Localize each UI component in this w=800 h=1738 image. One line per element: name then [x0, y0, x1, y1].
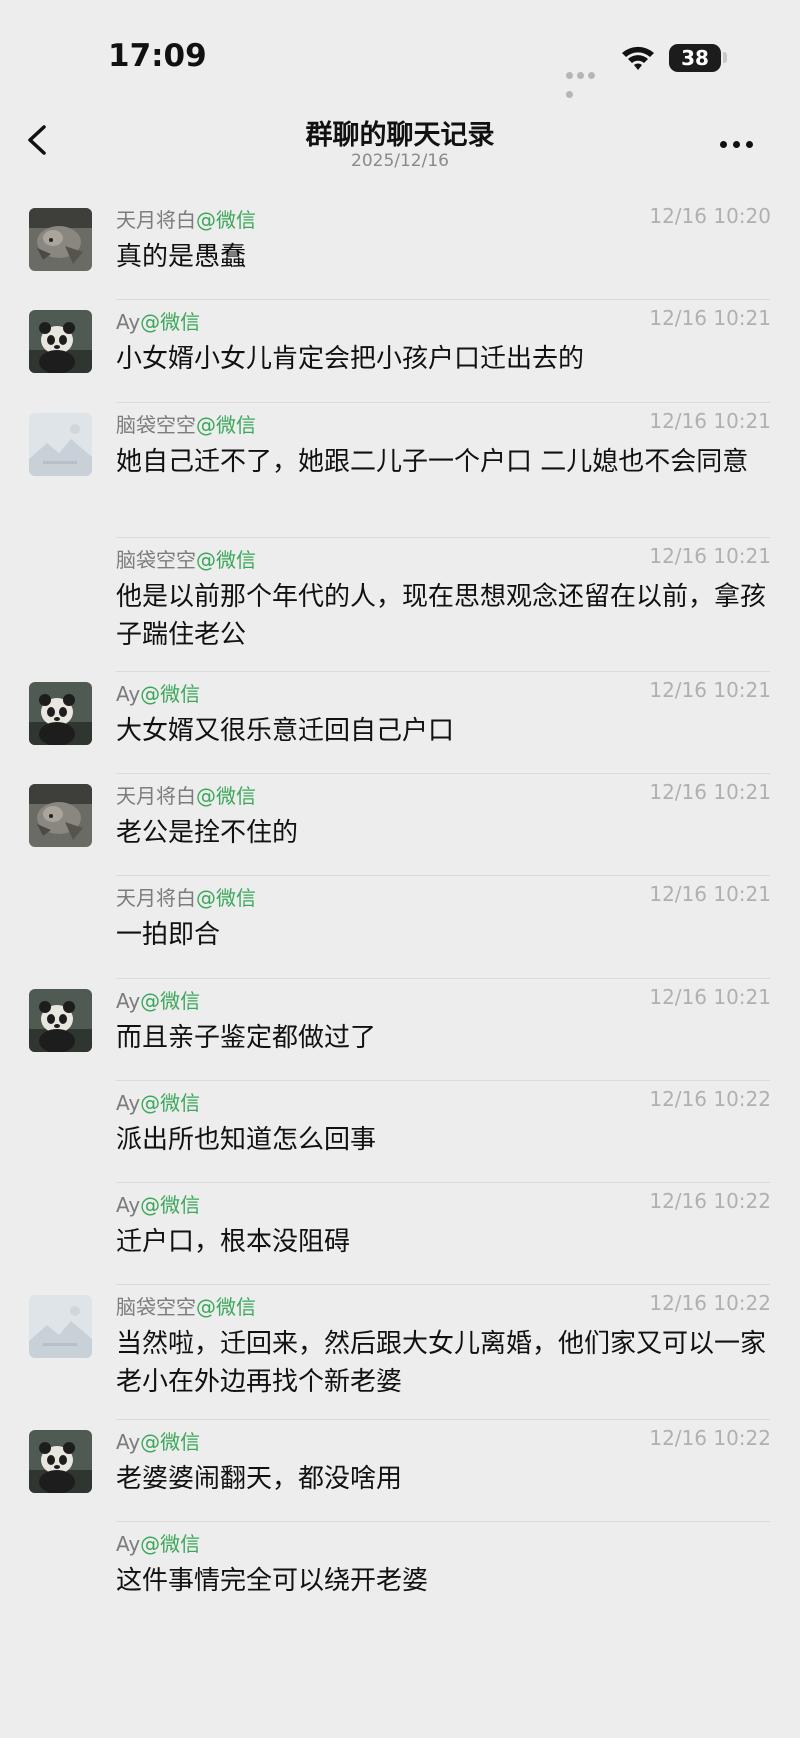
message-text: 大女婿又很乐意迁回自己户口: [116, 716, 455, 746]
message-item[interactable]: 天月将白@微信 12/16 10:20 真的是愚蠢: [0, 198, 800, 300]
sender-source: @微信: [140, 1193, 201, 1217]
message-text: 这件事情完全可以绕开老婆: [116, 1566, 429, 1596]
message-header: Ay@微信 12/16 10:22: [116, 1189, 771, 1217]
message-header: Ay@微信 12/16 10:21: [116, 678, 771, 706]
avatar[interactable]: [29, 1295, 92, 1358]
sender-name: Ay: [116, 310, 141, 334]
status-time: 17:09: [108, 38, 207, 74]
message-text: 真的是愚蠢: [116, 242, 247, 272]
message-time: 12/16 10:21: [649, 882, 771, 906]
message-text: 老公是拴不住的: [116, 818, 299, 848]
avatar[interactable]: [29, 1430, 92, 1493]
avatar[interactable]: [29, 310, 92, 373]
battery-level: 38: [681, 46, 709, 70]
sender-name: Ay: [116, 1193, 141, 1217]
message-header: 天月将白@微信 12/16 10:20: [116, 204, 771, 232]
sender-name: Ay: [116, 1430, 141, 1454]
status-bar: 17:09 38: [0, 0, 800, 110]
avatar[interactable]: [29, 784, 92, 847]
message-header: Ay@微信 12/16 10:21: [116, 306, 771, 334]
sender-source: @微信: [196, 548, 256, 572]
message-header: Ay@微信 12/16 10:22: [116, 1087, 771, 1115]
sender-name: Ay: [116, 989, 141, 1013]
message-item[interactable]: Ay@微信 12/16 10:22 派出所也知道怎么回事: [0, 1081, 800, 1183]
message-item[interactable]: Ay@微信 12/16 10:21 而且亲子鉴定都做过了: [0, 979, 800, 1081]
signal-dots-icon: [566, 64, 608, 98]
sender-name: 脑袋空空: [116, 413, 196, 437]
message-text: 派出所也知道怎么回事: [116, 1125, 377, 1155]
message-item[interactable]: 脑袋空空@微信 12/16 10:21 她自己迁不了，她跟二儿子一个户口 二儿媳也不…: [0, 403, 800, 538]
message-text: 老婆婆闹翻天，都没啥用: [116, 1464, 403, 1494]
message-header: 天月将白@微信 12/16 10:21: [116, 882, 771, 910]
sender-name: 脑袋空空: [116, 548, 196, 572]
avatar[interactable]: [29, 413, 92, 476]
avatar[interactable]: [29, 208, 92, 271]
sender-name: Ay: [116, 1532, 141, 1556]
message-time: 12/16 10:22: [649, 1189, 771, 1213]
wifi-icon: [622, 46, 654, 70]
battery-cap: [723, 52, 727, 63]
message-item[interactable]: Ay@微信 12/16 10:21 小女婿小女儿肯定会把小孩户口迁出去的: [0, 300, 800, 403]
message-item[interactable]: Ay@微信 12/16 10:21 大女婿又很乐意迁回自己户口: [0, 672, 800, 774]
sender-source: @微信: [140, 1091, 201, 1115]
sender-source: @微信: [196, 784, 256, 808]
message-header: 脑袋空空@微信 12/16 10:22: [116, 1291, 771, 1319]
message-time: 12/16 10:21: [649, 544, 771, 568]
message-text: 当然啦，迁回来，然后跟大女儿离婚，他们家又可以一家老小在外边再找个新老婆: [116, 1329, 767, 1397]
message-item[interactable]: 天月将白@微信 12/16 10:21 一拍即合: [0, 876, 800, 979]
message-time: 12/16 10:21: [649, 306, 771, 330]
sender-source: @微信: [140, 310, 201, 334]
message-item[interactable]: Ay@微信 12/16 10:22 迁户口，根本没阻碍: [0, 1183, 800, 1285]
sender-name: 脑袋空空: [116, 1295, 196, 1319]
message-header: 脑袋空空@微信 12/16 10:21: [116, 409, 771, 437]
sender-source: @微信: [140, 682, 201, 706]
sender-source: @微信: [196, 208, 256, 232]
avatar[interactable]: [29, 989, 92, 1052]
message-text: 而且亲子鉴定都做过了: [116, 1023, 377, 1053]
nav-bar: 群聊的聊天记录 2025/12/16: [0, 105, 800, 185]
message-header: 天月将白@微信 12/16 10:21: [116, 780, 771, 808]
message-item[interactable]: 脑袋空空@微信 12/16 10:22 当然啦，迁回来，然后跟大女儿离婚，他们家又可…: [0, 1285, 800, 1420]
sender-source: @微信: [140, 1532, 201, 1556]
message-header: Ay@微信 12/16 10:22: [116, 1426, 771, 1454]
message-text: 迁户口，根本没阻碍: [116, 1227, 351, 1257]
sender-name: 天月将白: [116, 208, 196, 232]
message-time: 12/16 10:21: [649, 780, 771, 804]
sender-name: 天月将白: [116, 784, 196, 808]
message-item[interactable]: Ay@微信 12/16 10:22 老婆婆闹翻天，都没啥用: [0, 1420, 800, 1522]
avatar[interactable]: [29, 682, 92, 745]
message-text: 小女婿小女儿肯定会把小孩户口迁出去的: [116, 344, 585, 374]
sender-source: @微信: [140, 1430, 201, 1454]
message-time: 12/16 10:21: [649, 678, 771, 702]
message-text: 她自己迁不了，她跟二儿子一个户口 二儿媳也不会同意: [116, 447, 749, 477]
message-header: Ay@微信 12/16 10:21: [116, 985, 771, 1013]
message-time: 12/16 10:21: [649, 409, 771, 433]
message-time: 12/16 10:21: [649, 985, 771, 1009]
sender-name: 天月将白: [116, 886, 196, 910]
message-time: 12/16 10:20: [649, 204, 771, 228]
sender-source: @微信: [140, 989, 201, 1013]
page-subtitle: 2025/12/16: [351, 151, 449, 171]
page-title: 群聊的聊天记录: [305, 120, 495, 151]
message-time: 12/16 10:22: [649, 1291, 771, 1315]
sender-name: Ay: [116, 682, 141, 706]
sender-name: Ay: [116, 1091, 141, 1115]
message-item[interactable]: Ay@微信这件事情完全可以绕开老婆: [0, 1522, 800, 1622]
battery-icon: 38: [669, 44, 721, 72]
sender-source: @微信: [196, 413, 256, 437]
message-time: 12/16 10:22: [649, 1087, 771, 1111]
message-item[interactable]: 天月将白@微信 12/16 10:21 老公是拴不住的: [0, 774, 800, 876]
sender-source: @微信: [196, 1295, 256, 1319]
sender-source: @微信: [196, 886, 256, 910]
message-header: Ay@微信: [116, 1528, 771, 1556]
message-time: 12/16 10:22: [649, 1426, 771, 1450]
message-item[interactable]: 脑袋空空@微信 12/16 10:21 他是以前那个年代的人，现在思想观念还留在以前…: [0, 538, 800, 672]
message-text: 一拍即合: [116, 920, 221, 950]
message-text: 他是以前那个年代的人，现在思想观念还留在以前，拿孩子踹住老公: [116, 582, 767, 650]
message-header: 脑袋空空@微信 12/16 10:21: [116, 544, 771, 572]
more-button[interactable]: [720, 133, 764, 149]
